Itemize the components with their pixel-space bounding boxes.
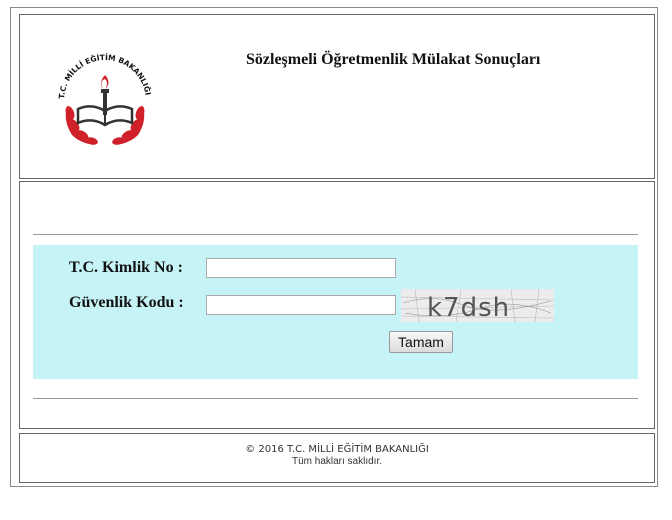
top-divider xyxy=(33,234,638,235)
security-code-input[interactable] xyxy=(206,295,396,315)
svg-text:k7dsh: k7dsh xyxy=(427,293,510,322)
main-panel: T.C. Kimlik No : Güvenlik Kodu : k7dsh T… xyxy=(19,181,655,429)
footer-panel: © 2016 T.C. MİLLİ EĞİTİM BAKANLIĞI Tüm h… xyxy=(19,433,655,483)
meb-logo: T.C. MİLLİ EĞİTİM BAKANLIĞI xyxy=(57,53,153,145)
tamam-button[interactable]: Tamam xyxy=(389,331,453,353)
page-title: Sözleşmeli Öğretmenlik Mülakat Sonuçları xyxy=(246,51,541,68)
rights-text: Tüm hakları saklıdır. xyxy=(291,456,383,467)
login-form: T.C. Kimlik No : Güvenlik Kodu : k7dsh T… xyxy=(33,245,638,379)
security-code-label: Güvenlik Kodu : xyxy=(69,294,184,311)
bottom-divider xyxy=(33,398,638,399)
copyright-text: © 2016 T.C. MİLLİ EĞİTİM BAKANLIĞI xyxy=(245,444,429,455)
tc-kimlik-input[interactable] xyxy=(206,258,396,278)
header-panel: T.C. MİLLİ EĞİTİM BAKANLIĞI Sözleşmeli Ö… xyxy=(19,14,655,179)
tc-kimlik-label: T.C. Kimlik No : xyxy=(69,259,183,276)
captcha-image: k7dsh xyxy=(401,289,554,322)
